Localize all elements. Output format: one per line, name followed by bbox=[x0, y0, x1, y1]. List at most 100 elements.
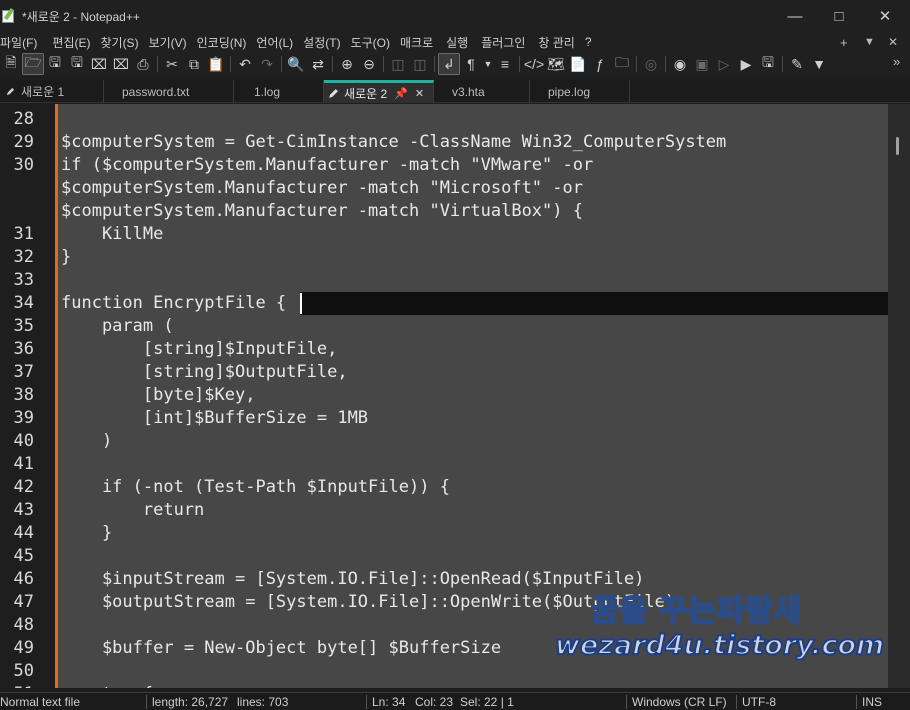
find-icon[interactable]: 🔍 bbox=[285, 53, 307, 75]
copy-icon[interactable]: ⧉ bbox=[183, 53, 205, 75]
tab-1-log[interactable]: 1.log bbox=[234, 80, 324, 103]
code-line[interactable]: try { bbox=[61, 683, 153, 688]
line-number: 37 bbox=[13, 362, 34, 382]
function-list-icon[interactable]: ƒ bbox=[589, 53, 611, 75]
menu-run[interactable]: 실행 bbox=[446, 34, 475, 51]
tab-list-dropdown-button[interactable]: ▼ bbox=[864, 32, 875, 52]
toolbar: 🗎 🗁 🖫 🖫 ⌧ ⌧ ⎙ ✂ ⧉ 📋 ↶ ↷ 🔍 ⇄ ⊕ ⊖ ◫ ◫ ↲ ¶ … bbox=[0, 52, 910, 76]
maximize-button[interactable]: □ bbox=[816, 0, 862, 32]
code-line[interactable]: $buffer = New-Object byte[] $BufferSize bbox=[61, 637, 501, 660]
code-line[interactable]: } bbox=[61, 522, 112, 545]
word-wrap-icon[interactable]: ↲ bbox=[438, 53, 460, 75]
replace-icon[interactable]: ⇄ bbox=[307, 53, 329, 75]
line-number: 32 bbox=[13, 247, 34, 267]
menu-settings[interactable]: 설정(T) bbox=[303, 34, 347, 51]
spell-check-icon[interactable]: ✎ bbox=[786, 53, 808, 75]
monitoring-icon[interactable]: ◎ bbox=[640, 53, 662, 75]
watermark: 꿈을 꾸는파랑새 wezard4u.tistory.com bbox=[554, 586, 885, 676]
close-window-button[interactable]: ✕ bbox=[862, 0, 908, 32]
menu-search[interactable]: 찾기(S) bbox=[100, 34, 145, 51]
tab-pipe-log[interactable]: pipe.log bbox=[530, 80, 630, 103]
line-number: 48 bbox=[13, 615, 34, 635]
code-line[interactable]: [byte]$Key, bbox=[61, 384, 256, 407]
tab-label: password.txt bbox=[122, 84, 190, 99]
open-folder-icon[interactable]: 🗁 bbox=[22, 53, 44, 75]
chevron-down-icon[interactable]: ▼ bbox=[482, 53, 494, 75]
redo-icon[interactable]: ↷ bbox=[256, 53, 278, 75]
code-line[interactable]: if ($computerSystem.Manufacturer -match … bbox=[61, 154, 593, 177]
new-tab-plus-button[interactable]: + bbox=[840, 32, 848, 52]
code-line[interactable]: param ( bbox=[61, 315, 174, 338]
menu-macro[interactable]: 매크로 bbox=[400, 34, 440, 51]
document-list-icon[interactable]: 📄 bbox=[567, 53, 589, 75]
save-icon[interactable]: 🖫 bbox=[44, 53, 66, 75]
menu-plugins[interactable]: 플러그인 bbox=[481, 34, 532, 51]
close-all-icon[interactable]: ⌧ bbox=[110, 53, 132, 75]
code-line[interactable]: [string]$InputFile, bbox=[61, 338, 337, 361]
status-insert-mode[interactable]: INS bbox=[862, 693, 882, 710]
tab-close-icon[interactable]: ✕ bbox=[415, 87, 424, 100]
menu-language[interactable]: 언어(L) bbox=[256, 34, 300, 51]
menu-window[interactable]: 창 관리 bbox=[538, 34, 581, 51]
print-icon[interactable]: ⎙ bbox=[132, 53, 154, 75]
toolbar-separator bbox=[230, 56, 231, 72]
save-all-icon[interactable]: 🖫 bbox=[66, 53, 88, 75]
line-number bbox=[0, 200, 34, 223]
menu-help[interactable]: ? bbox=[585, 35, 599, 49]
show-all-chars-icon[interactable]: ¶ bbox=[460, 53, 482, 75]
new-file-icon[interactable]: 🗎 bbox=[0, 53, 22, 75]
pin-icon[interactable]: 📌 bbox=[394, 87, 408, 100]
code-line[interactable]: ) bbox=[61, 430, 112, 453]
code-line[interactable]: } bbox=[61, 246, 71, 269]
code-line[interactable]: [int]$BufferSize = 1MB bbox=[61, 407, 368, 430]
paste-icon[interactable]: 📋 bbox=[205, 53, 227, 75]
code-line[interactable]: function EncryptFile { bbox=[61, 292, 286, 315]
menu-file[interactable]: 파일(F) bbox=[0, 34, 44, 51]
code-line[interactable]: $computerSystem = Get-CimInstance -Class… bbox=[61, 131, 726, 154]
close-icon[interactable]: ⌧ bbox=[88, 53, 110, 75]
indent-guide-icon[interactable]: ≡ bbox=[494, 53, 516, 75]
menu-view[interactable]: 보기(V) bbox=[149, 34, 194, 51]
plugin-icon[interactable]: ▼ bbox=[808, 53, 830, 75]
close-tab-button[interactable]: ✕ bbox=[888, 32, 898, 52]
status-encoding[interactable]: UTF-8 bbox=[742, 693, 776, 710]
menu-encoding[interactable]: 인코딩(N) bbox=[197, 34, 254, 51]
toolbar-overflow-chevron-icon[interactable]: » bbox=[893, 54, 900, 69]
play-macro-icon[interactable]: ▷ bbox=[713, 53, 735, 75]
play-multiple-macro-icon[interactable]: ▶ bbox=[735, 53, 757, 75]
undo-icon[interactable]: ↶ bbox=[234, 53, 256, 75]
tab-new-1[interactable]: 새로운 1 bbox=[0, 80, 104, 103]
folder-workspace-icon[interactable]: 🗀 bbox=[611, 53, 633, 75]
code-line[interactable]: $computerSystem.Manufacturer -match "Mic… bbox=[61, 177, 583, 200]
line-number: 51 bbox=[0, 683, 34, 688]
code-line[interactable]: $computerSystem.Manufacturer -match "Vir… bbox=[61, 200, 583, 223]
tab-new-2[interactable]: 새로운 2 📌 ✕ bbox=[324, 80, 434, 103]
udl-icon[interactable]: </> bbox=[523, 53, 545, 75]
scrollbar-thumb[interactable] bbox=[896, 137, 899, 155]
stop-macro-icon[interactable]: ▣ bbox=[691, 53, 713, 75]
tab-password-txt[interactable]: password.txt bbox=[104, 80, 234, 103]
zoom-out-icon[interactable]: ⊖ bbox=[358, 53, 380, 75]
status-eol[interactable]: Windows (CR LF) bbox=[632, 693, 727, 710]
tab-label: pipe.log bbox=[548, 84, 591, 99]
menu-edit[interactable]: 편집(E) bbox=[52, 34, 97, 51]
code-line[interactable]: [string]$OutputFile, bbox=[61, 361, 348, 384]
tab-v3-hta[interactable]: v3.hta bbox=[434, 80, 530, 103]
sync-vertical-icon[interactable]: ◫ bbox=[387, 53, 409, 75]
minimize-button[interactable]: — bbox=[772, 0, 818, 32]
watermark-title: 꿈을 꾸는파랑새 bbox=[590, 593, 803, 630]
code-line[interactable]: if (-not (Test-Path $InputFile)) { bbox=[61, 476, 450, 499]
document-map-icon[interactable]: 🗺 bbox=[545, 53, 567, 75]
record-macro-icon[interactable]: ◉ bbox=[669, 53, 691, 75]
menu-tools[interactable]: 도구(O) bbox=[351, 34, 397, 51]
vertical-scrollbar[interactable] bbox=[888, 104, 910, 688]
save-macro-icon[interactable]: 🖫 bbox=[757, 53, 779, 75]
cut-icon[interactable]: ✂ bbox=[161, 53, 183, 75]
tab-label: 새로운 1 bbox=[21, 85, 65, 99]
sync-horizontal-icon[interactable]: ◫ bbox=[409, 53, 431, 75]
zoom-in-icon[interactable]: ⊕ bbox=[336, 53, 358, 75]
code-line[interactable]: return bbox=[61, 499, 204, 522]
code-line[interactable]: KillMe bbox=[61, 223, 163, 246]
toolbar-separator bbox=[782, 56, 783, 72]
line-number: 35 bbox=[13, 316, 34, 336]
